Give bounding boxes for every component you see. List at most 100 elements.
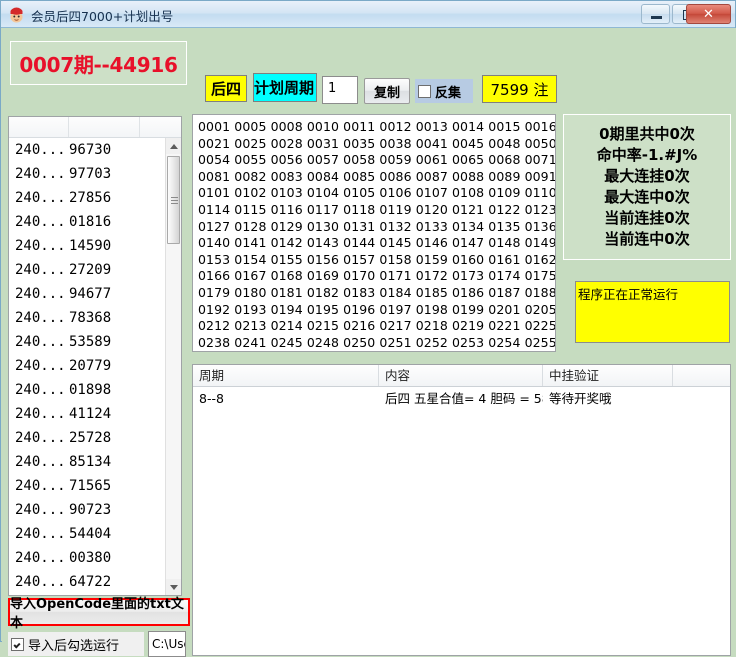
list-item-number: 71565 xyxy=(69,478,112,494)
table-row[interactable]: 8--8 后四 五星合值= 4 胆码 = 581 等待开奖哦 xyxy=(193,387,730,411)
list-item-number: 27209 xyxy=(69,262,112,278)
run-after-import-label: 导入后勾选运行 xyxy=(28,638,120,654)
list-item[interactable]: 240... 01816 xyxy=(9,210,165,234)
app-window: 会员后四7000+计划出号 ✕ 0007期--44916 后四 计划周期 1 复… xyxy=(0,0,736,657)
list-item-period: 240... xyxy=(15,382,66,398)
stat-line-max-consecutive-miss: 最大连挂0次 xyxy=(604,167,690,185)
list-item-period: 240... xyxy=(15,214,66,230)
list-header-col-2[interactable] xyxy=(69,117,140,137)
list-item-number: 64722 xyxy=(69,574,112,590)
list-item-number: 41124 xyxy=(69,406,112,422)
list-item-period: 240... xyxy=(15,454,66,470)
list-item-period: 240... xyxy=(15,430,66,446)
list-item-number: 01816 xyxy=(69,214,112,230)
cell-extra xyxy=(673,387,730,411)
list-item[interactable]: 240... 64722 xyxy=(9,570,165,594)
list-item-period: 240... xyxy=(15,526,66,542)
list-item[interactable]: 240... 53589 xyxy=(9,330,165,354)
list-item-number: 90723 xyxy=(69,502,112,518)
list-item-number: 20779 xyxy=(69,358,112,374)
cell-content: 后四 五星合值= 4 胆码 = 581 xyxy=(385,391,543,406)
opencode-list[interactable]: 240... 96730 240... 97703 240... 27856 240... 0… xyxy=(8,116,182,596)
list-item[interactable]: 240... 27209 xyxy=(9,258,165,282)
invert-checkbox-label: 反集 xyxy=(435,85,462,101)
result-table-body: 8--8 后四 五星合值= 4 胆码 = 581 等待开奖哦 xyxy=(193,387,730,411)
col-header-content[interactable]: 内容 xyxy=(379,365,543,386)
list-item-period: 240... xyxy=(15,478,66,494)
list-header-row xyxy=(9,117,181,138)
status-box: 程序正在正常运行 xyxy=(575,281,730,343)
col-header-extra[interactable] xyxy=(673,365,730,386)
window-title: 会员后四7000+计划出号 xyxy=(31,9,174,24)
list-item[interactable]: 240... 78368 xyxy=(9,306,165,330)
list-item[interactable]: 240... 20779 xyxy=(9,354,165,378)
list-item[interactable]: 240... 96730 xyxy=(9,138,165,162)
period-display: 0007期--44916 xyxy=(10,41,187,85)
scrollbar-thumb[interactable] xyxy=(167,156,180,244)
list-item[interactable]: 240... 00380 xyxy=(9,546,165,570)
mode-label[interactable]: 后四 xyxy=(205,75,247,102)
list-header-col-3[interactable] xyxy=(140,117,167,137)
invert-checkbox[interactable]: 反集 xyxy=(415,79,473,103)
path-input[interactable]: C:\Use xyxy=(148,631,186,657)
title-bar: 会员后四7000+计划出号 ✕ xyxy=(1,1,735,28)
list-item-period: 240... xyxy=(15,334,66,350)
list-item-period: 240... xyxy=(15,286,66,302)
list-item-period: 240... xyxy=(15,550,66,566)
copy-button[interactable]: 复制 xyxy=(364,78,410,104)
list-item-number: 14590 xyxy=(69,238,112,254)
close-button[interactable]: ✕ xyxy=(686,4,731,24)
list-header-col-1[interactable] xyxy=(9,117,69,137)
list-item-period: 240... xyxy=(15,406,66,422)
list-item-number: 25728 xyxy=(69,430,112,446)
list-item[interactable]: 240... 54404 xyxy=(9,522,165,546)
list-item-number: 00380 xyxy=(69,550,112,566)
list-item-period: 240... xyxy=(15,238,66,254)
list-item-number: 01898 xyxy=(69,382,112,398)
list-item[interactable]: 240... 14590 xyxy=(9,234,165,258)
client-area: 0007期--44916 后四 计划周期 1 复制 反集 7599 注 240.… xyxy=(2,28,736,657)
app-avatar-icon xyxy=(8,6,25,23)
minimize-button[interactable] xyxy=(641,4,670,24)
list-item[interactable]: 240... 94677 xyxy=(9,282,165,306)
numbers-grid-text: 0001 0005 0008 0010 0011 0012 0013 0014 … xyxy=(198,119,556,350)
cycle-label: 计划周期 xyxy=(253,73,317,102)
list-item[interactable]: 240... 27856 xyxy=(9,186,165,210)
result-table[interactable]: 周期 内容 中挂验证 8--8 后四 五星合值= 4 胆码 = 581 等待开奖哦 xyxy=(192,364,731,656)
cycle-input[interactable]: 1 xyxy=(322,76,358,104)
list-scrollbar[interactable] xyxy=(165,138,181,595)
list-item[interactable]: 240... 01898 xyxy=(9,378,165,402)
stat-line-max-consecutive-hit: 最大连中0次 xyxy=(604,188,690,206)
list-item[interactable]: 240... 41124 xyxy=(9,402,165,426)
list-item-number: 97703 xyxy=(69,166,112,182)
scroll-up-icon[interactable] xyxy=(166,138,181,154)
list-item-period: 240... xyxy=(15,190,66,206)
list-item-period: 240... xyxy=(15,310,66,326)
list-item-period: 240... xyxy=(15,166,66,182)
stat-line-hit-rate: 命中率-1.#J% xyxy=(596,146,698,164)
minimize-icon xyxy=(651,16,662,19)
list-item[interactable]: 240... 90723 xyxy=(9,498,165,522)
cell-verify: 等待开奖哦 xyxy=(549,391,612,406)
list-item-number: 27856 xyxy=(69,190,112,206)
result-table-header: 周期 内容 中挂验证 xyxy=(193,365,730,387)
numbers-grid-panel[interactable]: 0001 0005 0008 0010 0011 0012 0013 0014 … xyxy=(192,114,556,352)
list-item-number: 85134 xyxy=(69,454,112,470)
list-item-period: 240... xyxy=(15,574,66,590)
run-after-import-checkbox[interactable]: 导入后勾选运行 xyxy=(8,632,144,656)
import-opencode-button[interactable]: 导入OpenCode里面的txt文本 xyxy=(8,597,190,631)
list-item-period: 240... xyxy=(15,142,66,158)
col-header-cycle[interactable]: 周期 xyxy=(193,365,379,386)
list-item[interactable]: 240... 71565 xyxy=(9,474,165,498)
list-item-number: 94677 xyxy=(69,286,112,302)
list-item[interactable]: 240... 25728 xyxy=(9,426,165,450)
stat-line-total-hits: 0期里共中0次 xyxy=(599,125,695,143)
list-item[interactable]: 240... 97703 xyxy=(9,162,165,186)
checkbox-box-icon xyxy=(11,637,24,651)
stat-line-current-consecutive-hit: 当前连中0次 xyxy=(604,230,690,248)
col-header-verify[interactable]: 中挂验证 xyxy=(543,365,673,386)
list-item-period: 240... xyxy=(15,502,66,518)
stat-line-current-consecutive-miss: 当前连挂0次 xyxy=(604,209,690,227)
stats-panel: 0期里共中0次 命中率-1.#J% 最大连挂0次 最大连中0次 当前连挂0次 当… xyxy=(563,114,731,260)
list-item[interactable]: 240... 85134 xyxy=(9,450,165,474)
